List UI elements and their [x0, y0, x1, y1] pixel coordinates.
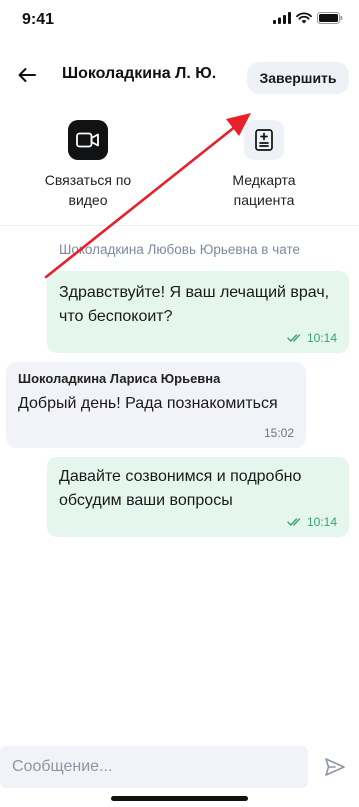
chat-header: Шоколадкина Л. Ю. Завершить	[0, 52, 359, 102]
double-check-icon	[287, 518, 301, 526]
finish-button[interactable]: Завершить	[247, 62, 349, 94]
message-time: 15:02	[263, 426, 294, 440]
status-time: 9:41	[22, 11, 55, 28]
patient-name-title: Шоколадкина Л. Ю.	[62, 65, 217, 82]
message-composer	[0, 746, 359, 788]
medical-record-action[interactable]: Медкарта пациента	[204, 120, 324, 210]
status-bar: 9:41	[0, 0, 359, 40]
battery-icon	[317, 12, 343, 24]
video-call-action[interactable]: Связаться по видео	[28, 120, 148, 210]
send-button[interactable]	[320, 752, 350, 782]
message-time: 10:14	[306, 331, 337, 345]
home-indicator	[111, 796, 248, 801]
message-meta: 10:14	[287, 515, 337, 529]
back-button[interactable]	[12, 60, 42, 90]
chat-presence-notice: Шоколадкина Любовь Юрьевна в чате	[58, 242, 301, 257]
arrow-left-icon	[18, 68, 36, 82]
outgoing-message: Давайте созвонимся и подробно обсудим ва…	[47, 457, 349, 537]
message-sender: Шоколадкина Лариса Юрьевна	[18, 371, 221, 386]
message-meta: 15:02	[264, 426, 294, 440]
medical-record-icon	[255, 129, 273, 151]
message-text: Добрый день! Рада познакомиться	[18, 395, 278, 412]
medical-record-label: Медкарта пациента	[232, 172, 296, 208]
status-icons	[273, 12, 343, 24]
cellular-signal-icon	[273, 12, 291, 24]
medical-record-icon-tile	[244, 120, 284, 160]
message-time: 10:14	[306, 515, 337, 529]
message-input[interactable]	[0, 746, 308, 788]
message-text: Давайте созвонимся и подробно обсудим ва…	[59, 468, 302, 509]
video-call-label: Связаться по видео	[44, 172, 132, 208]
message-text: Здравствуйте! Я ваш лечащий врач, что бе…	[59, 284, 330, 325]
quick-actions: Связаться по видео Медкарта пациента	[0, 108, 359, 226]
outgoing-message: Здравствуйте! Я ваш лечащий врач, что бе…	[47, 271, 349, 353]
double-check-icon	[287, 334, 301, 342]
video-call-icon-tile	[68, 120, 108, 160]
video-camera-icon	[76, 132, 99, 148]
incoming-message: Шоколадкина Лариса Юрьевна Добрый день! …	[6, 362, 306, 448]
send-icon	[325, 758, 345, 776]
message-meta: 10:14	[287, 331, 337, 345]
wifi-icon	[296, 12, 312, 24]
